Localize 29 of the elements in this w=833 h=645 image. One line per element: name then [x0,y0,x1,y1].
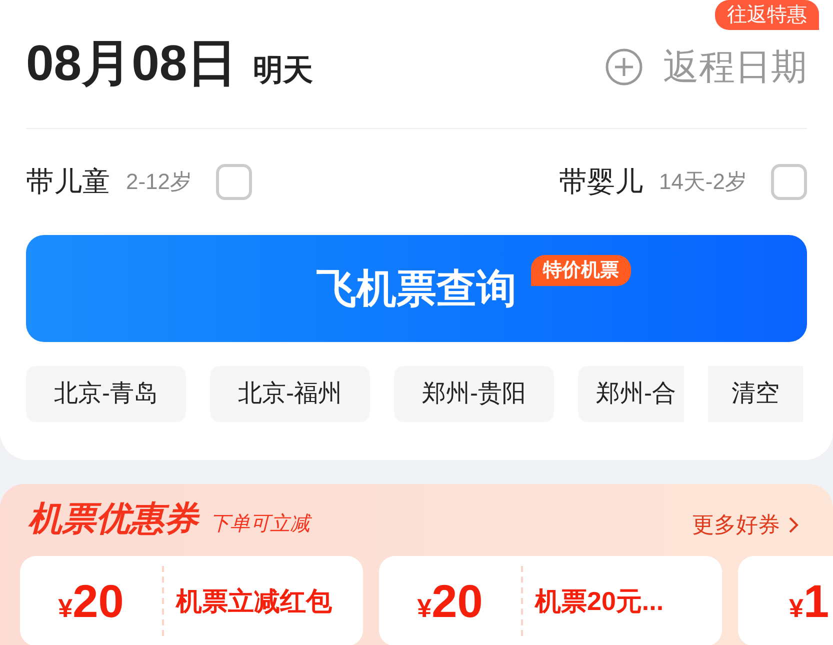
coupon-title: 机票20元... [534,584,664,618]
coupon-card[interactable]: ¥20 机票20元... [379,556,722,645]
checkbox[interactable] [216,164,252,200]
coupon-panel-title: 机票优惠券 [28,502,198,536]
clear-button[interactable]: 清空 [708,366,803,422]
coupon-card[interactable]: ¥20 机票立减红包 [20,556,363,645]
departure-date[interactable]: 08月08日 [26,38,238,88]
add-icon[interactable] [605,48,643,86]
coupon-amount: ¥20 [57,574,125,628]
special-price-badge: 特价机票 [531,255,631,286]
day-label: 明天 [253,56,314,88]
round-trip-badge: 往返特惠 [715,0,819,30]
more-coupons-link[interactable]: 更多好券 [692,514,805,536]
recent-route-chip[interactable]: 郑州-贵阳 [394,366,554,422]
checkbox[interactable] [771,164,807,200]
flight-search-button[interactable]: 飞机票查询 特价机票 [26,235,807,342]
chevron-right-icon [788,516,799,534]
passenger-option-label: 带婴儿 [558,168,643,196]
coupon-amount: ¥1 [788,574,830,628]
recent-route-chip[interactable]: 北京-福州 [210,366,370,422]
recent-route-chip[interactable]: 北京-青岛 [26,366,186,422]
age-range: 14天-2岁 [658,171,747,193]
coupon-title: 机票立减红包 [174,584,332,618]
age-range: 2-12岁 [126,171,192,193]
coupon-card[interactable]: ¥1 [738,556,833,645]
coupon-amount: ¥20 [416,574,484,628]
passenger-option-label: 带儿童 [26,168,110,196]
coupon-panel-subtitle: 下单可立减 [210,514,310,536]
recent-route-chip[interactable]: 郑州-合 [578,366,684,422]
